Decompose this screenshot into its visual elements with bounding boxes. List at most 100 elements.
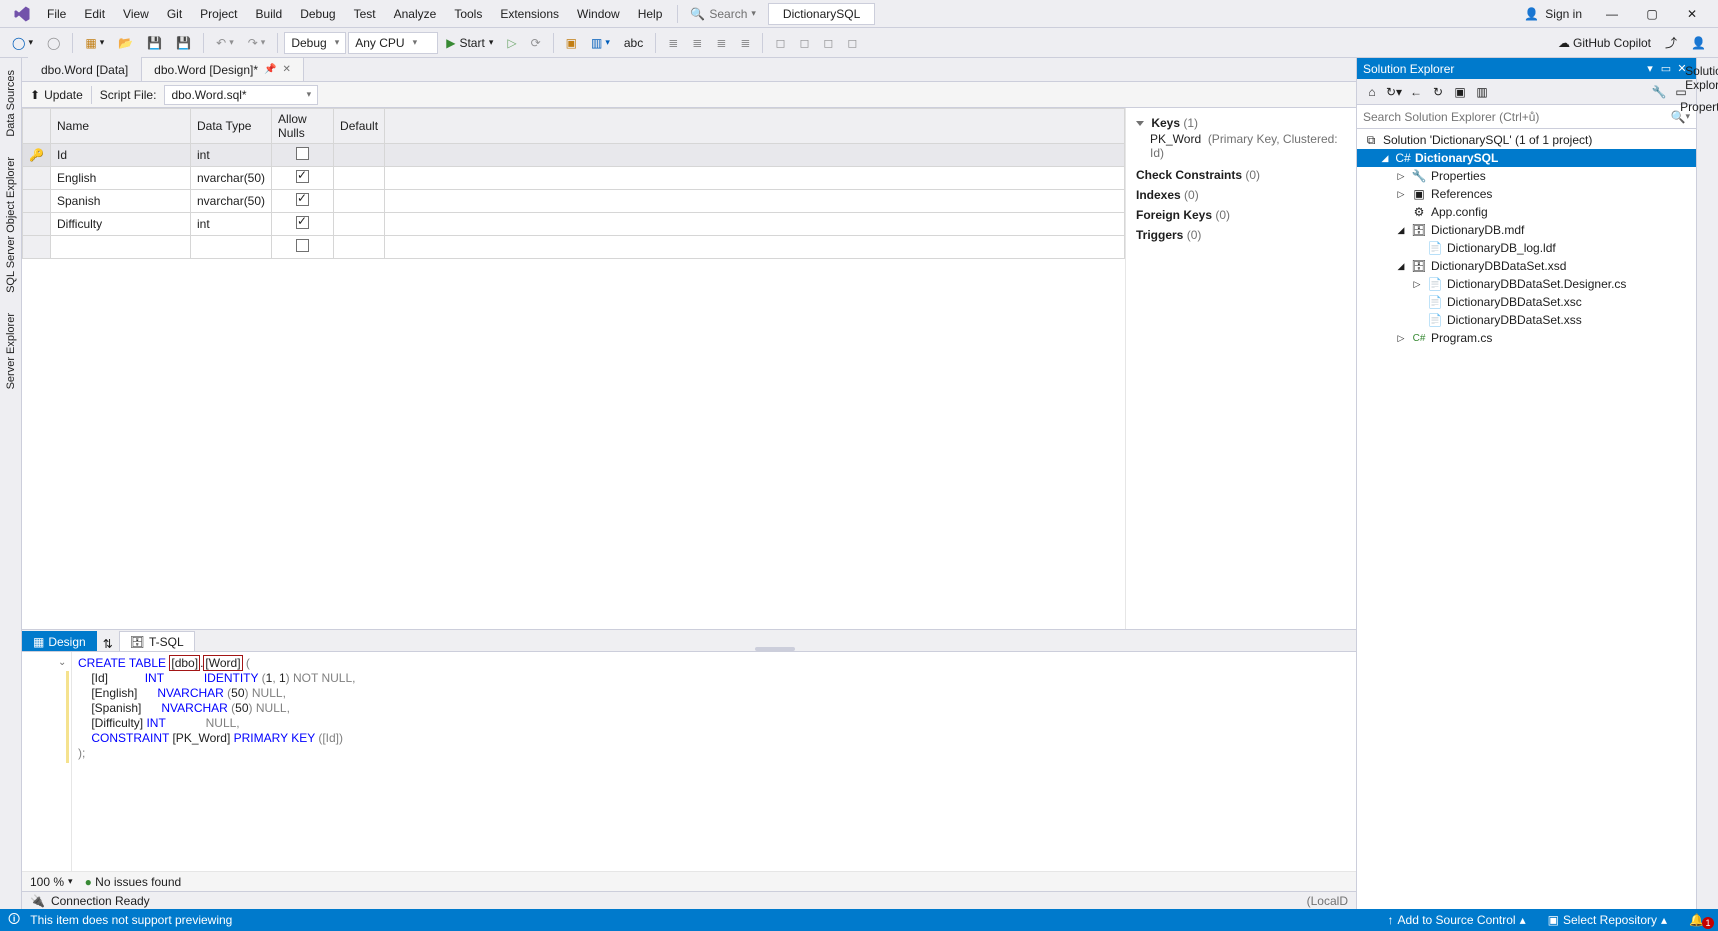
menu-analyze[interactable]: Analyze <box>385 3 446 25</box>
tree-xss[interactable]: 📄DictionaryDBDataSet.xss <box>1357 311 1696 329</box>
menu-tools[interactable]: Tools <box>445 3 491 25</box>
tab-design[interactable]: ▦ Design <box>22 631 97 651</box>
rail-server-explorer[interactable]: Server Explorer <box>3 307 19 395</box>
chevron-down-icon[interactable]: ◢ <box>1395 225 1407 236</box>
cell-type[interactable]: nvarchar(50) <box>191 167 272 190</box>
menu-project[interactable]: Project <box>191 3 246 25</box>
menu-test[interactable]: Test <box>345 3 385 25</box>
menu-help[interactable]: Help <box>629 3 672 25</box>
sign-in-button[interactable]: 👤 Sign in <box>1514 7 1592 21</box>
rail-properties[interactable]: Properties <box>1680 100 1718 114</box>
se-search[interactable]: 🔍▾ <box>1357 105 1696 129</box>
menu-debug[interactable]: Debug <box>291 3 344 25</box>
collapse-all-icon[interactable]: ▣ <box>1451 83 1469 101</box>
chevron-right-icon[interactable]: ▷ <box>1395 189 1407 200</box>
checkbox[interactable] <box>296 147 309 160</box>
menu-file[interactable]: File <box>38 3 75 25</box>
swap-button[interactable]: ⇅ <box>97 637 119 651</box>
sync-icon[interactable]: ↻▾ <box>1385 83 1403 101</box>
script-file-combo[interactable]: dbo.Word.sql* ▾ <box>164 85 318 105</box>
chevron-right-icon[interactable]: ▷ <box>1395 171 1407 182</box>
issues-indicator[interactable]: ● No issues found <box>85 875 182 889</box>
tab-dbo-word-design[interactable]: dbo.Word [Design]* 📌 ✕ <box>141 57 304 81</box>
cell-default[interactable] <box>334 144 385 167</box>
col-type[interactable]: Data Type <box>191 109 272 144</box>
triggers-header[interactable]: Triggers (0) <box>1136 228 1201 242</box>
col-default[interactable]: Default <box>334 109 385 144</box>
admin-button[interactable]: 👤 <box>1685 32 1712 54</box>
chevron-down-icon[interactable]: ◢ <box>1379 153 1391 164</box>
menu-build[interactable]: Build <box>247 3 292 25</box>
select-repository[interactable]: ▣ Select Repository ▴ <box>1542 913 1673 927</box>
tree-program[interactable]: ▷C#Program.cs <box>1357 329 1696 347</box>
rail-sql-server[interactable]: SQL Server Object Explorer <box>3 151 19 299</box>
home-icon[interactable]: ⌂ <box>1363 83 1381 101</box>
nav-forward-button[interactable]: ◯ <box>41 32 66 54</box>
rail-data-sources[interactable]: Data Sources <box>3 64 19 143</box>
column-row[interactable]: Spanishnvarchar(50) <box>23 190 1125 213</box>
check-header[interactable]: Check Constraints (0) <box>1136 168 1260 182</box>
solution-name-box[interactable]: DictionarySQL <box>768 3 875 25</box>
cell-name[interactable]: Difficulty <box>51 213 191 236</box>
solution-tree[interactable]: ⧉Solution 'DictionarySQL' (1 of 1 projec… <box>1357 129 1696 909</box>
start-debug-button[interactable]: ▶Start▾ <box>440 34 499 52</box>
chevron-right-icon[interactable]: ▷ <box>1395 333 1407 344</box>
nav-back-button[interactable]: ◯▾ <box>6 32 39 54</box>
cell-type[interactable]: nvarchar(50) <box>191 190 272 213</box>
tab-tsql[interactable]: 🗄 T-SQL <box>119 631 195 651</box>
chevron-down-icon[interactable]: ◢ <box>1395 261 1407 272</box>
save-button[interactable]: 💾 <box>141 32 168 54</box>
tsql-editor[interactable]: ⌄ CREATE TABLE [dbo].[Word] ( [Id] INT I… <box>22 651 1356 871</box>
copilot-button[interactable]: ☁︎ GitHub Copilot <box>1552 32 1657 54</box>
config-combo[interactable]: Debug▾ <box>284 32 346 54</box>
tree-ldf[interactable]: 📄DictionaryDB_log.ldf <box>1357 239 1696 257</box>
col-name[interactable]: Name <box>51 109 191 144</box>
back-icon[interactable]: ← <box>1407 83 1425 101</box>
checkbox[interactable] <box>296 170 309 183</box>
wrench-icon[interactable]: 🔧 <box>1650 83 1668 101</box>
share-button[interactable]: ⤴ <box>1659 30 1683 55</box>
toolbox-3[interactable]: abc <box>618 32 649 54</box>
tab-dbo-word-data[interactable]: dbo.Word [Data] <box>28 57 141 81</box>
collapse-icon[interactable]: ⌄ <box>58 657 66 668</box>
tree-appconfig[interactable]: ⚙App.config <box>1357 203 1696 221</box>
panel-pin-icon[interactable]: ▭ <box>1658 62 1674 75</box>
cell-nulls[interactable] <box>272 144 334 167</box>
cell-name[interactable]: Id <box>51 144 191 167</box>
pin-icon[interactable]: 📌 <box>264 64 276 75</box>
platform-combo[interactable]: Any CPU▾ <box>348 32 438 54</box>
column-row[interactable]: 🔑Idint <box>23 144 1125 167</box>
show-all-icon[interactable]: ▥ <box>1473 83 1491 101</box>
rail-solution-explorer[interactable]: Solution Explorer <box>1685 64 1718 92</box>
tree-solution[interactable]: ⧉Solution 'DictionarySQL' (1 of 1 projec… <box>1357 131 1696 149</box>
menu-edit[interactable]: Edit <box>75 3 114 25</box>
cell-nulls[interactable] <box>272 190 334 213</box>
tree-designer[interactable]: ▷📄DictionaryDBDataSet.Designer.cs <box>1357 275 1696 293</box>
keys-header[interactable]: Keys (1) <box>1151 116 1198 130</box>
window-close[interactable]: ✕ <box>1672 0 1712 28</box>
new-item-button[interactable]: ▦▾ <box>79 32 110 54</box>
update-button[interactable]: ⬆ Update <box>30 88 83 102</box>
window-minimize[interactable]: — <box>1592 0 1632 28</box>
menu-extensions[interactable]: Extensions <box>491 3 568 25</box>
indexes-header[interactable]: Indexes (0) <box>1136 188 1199 202</box>
save-all-button[interactable]: 💾 <box>170 32 197 54</box>
notifications-button[interactable]: 🔔 1 <box>1683 913 1710 927</box>
window-maximize[interactable]: ▢ <box>1632 0 1672 28</box>
cell-type[interactable]: int <box>191 213 272 236</box>
pk-row[interactable]: PK_Word (Primary Key, Clustered: Id) <box>1136 130 1346 162</box>
chevron-right-icon[interactable]: ▷ <box>1411 279 1423 290</box>
tree-references[interactable]: ▷▣References <box>1357 185 1696 203</box>
menu-view[interactable]: View <box>114 3 158 25</box>
start-no-debug-button[interactable]: ▷ <box>501 32 522 54</box>
global-search[interactable]: 🔍 Search ▾ <box>684 5 762 23</box>
tree-xsc[interactable]: 📄DictionaryDBDataSet.xsc <box>1357 293 1696 311</box>
se-search-input[interactable] <box>1363 110 1671 124</box>
cell-name[interactable]: Spanish <box>51 190 191 213</box>
columns-grid[interactable]: Name Data Type Allow Nulls Default 🔑Idin… <box>22 108 1126 629</box>
col-nulls[interactable]: Allow Nulls <box>272 109 334 144</box>
menu-git[interactable]: Git <box>158 3 191 25</box>
tree-properties[interactable]: ▷🔧Properties <box>1357 167 1696 185</box>
column-row[interactable]: Englishnvarchar(50) <box>23 167 1125 190</box>
panel-menu-icon[interactable]: ▾ <box>1642 62 1658 75</box>
